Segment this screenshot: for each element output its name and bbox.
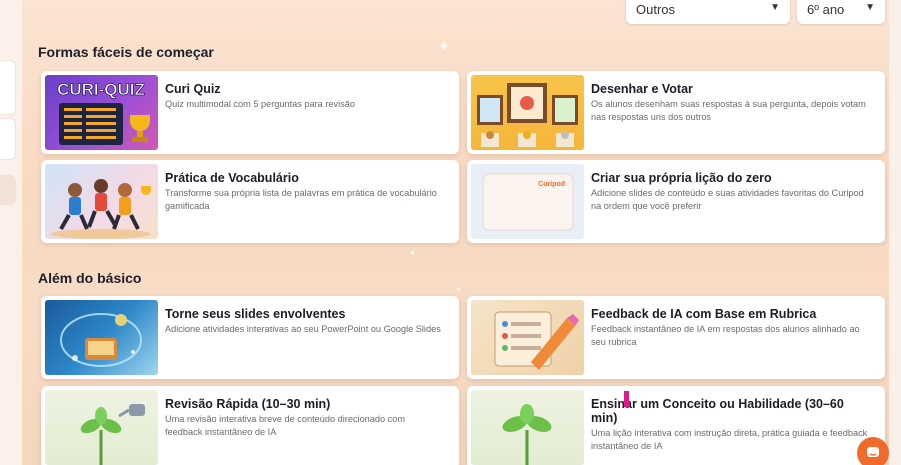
card-title: Torne seus slides envolventes [165,307,346,321]
section-title: Formas fáceis de começar [38,44,214,60]
card-description: Quiz multimodal com 5 perguntas para rev… [165,99,355,109]
chat-button[interactable] [857,437,889,465]
teach-concept-thumbnail [471,390,584,465]
left-sidebar-edge [0,0,22,465]
card-title: Criar sua própria lição do zero [591,171,772,185]
text-cursor-marker [624,391,629,407]
card-description: Os alunos desenham suas respostas à sua … [591,99,866,122]
vocabulary-thumbnail [45,164,158,239]
card-title: Ensinar um Conceito ou Habilidade (30–60… [591,397,844,425]
draw-and-vote-thumbnail [471,75,584,150]
thumb-brand-text: Curipod [538,181,565,188]
sidebar-tab[interactable] [0,175,16,205]
right-edge [889,0,901,465]
rubric-feedback-thumbnail [471,300,584,375]
sidebar-tab[interactable] [0,118,16,160]
grade-select[interactable]: 6º ano ▼ [797,0,885,24]
activity-card-engaging-slides[interactable]: Torne seus slides envolventes Adicione a… [41,296,459,379]
activity-card-create-from-scratch[interactable]: Curipod Criar sua própria lição do zero … [467,160,885,243]
chevron-down-icon: ▼ [770,2,780,13]
engaging-slides-thumbnail [45,300,158,375]
create-from-scratch-thumbnail: Curipod [471,164,584,239]
section-title: Além do básico [38,270,142,286]
card-title: Revisão Rápida (10–30 min) [165,397,331,411]
card-title: Feedback de IA com Base em Rubrica [591,307,817,321]
card-description: Feedback instantâneo de IA em respostas … [591,324,860,347]
subject-select[interactable]: Outros ▼ [626,0,790,24]
card-description: Adicione atividades interativas ao seu P… [165,324,441,334]
card-title: Curi Quiz [165,82,221,96]
card-title: Desenhar e Votar [591,82,693,96]
curi-quiz-thumbnail: CURI-QUIZ [45,75,158,150]
subject-select-value: Outros [636,2,676,17]
activity-card-quick-review[interactable]: Revisão Rápida (10–30 min) Uma revisão i… [41,386,459,465]
sparkle-icon: ✦ [455,285,462,294]
grade-select-value: 6º ano [807,2,845,17]
activity-card-teach-concept[interactable]: Ensinar um Conceito ou Habilidade (30–60… [467,386,885,465]
activity-card-vocabulary[interactable]: Prática de Vocabulário Transforme sua pr… [41,160,459,243]
card-description: Transforme sua própria lista de palavras… [165,188,437,211]
sparkle-icon: ● [410,248,415,257]
card-description: Uma lição interativa com instrução diret… [591,428,868,451]
card-description: Adicione slides de conteúdo e suas ativi… [591,188,864,211]
card-description: Uma revisão interativa breve de conteúdo… [165,414,406,437]
activity-card-draw-and-vote[interactable]: Desenhar e Votar Os alunos desenham suas… [467,71,885,154]
sparkle-icon: ✦ [438,38,450,54]
chevron-down-icon: ▼ [865,2,875,13]
sidebar-tab[interactable] [0,60,16,115]
activity-card-rubric-feedback[interactable]: Feedback de IA com Base em Rubrica Feedb… [467,296,885,379]
card-title: Prática de Vocabulário [165,171,299,185]
activity-card-curi-quiz[interactable]: CURI-QUIZ Curi Quiz Quiz multimodal com … [41,71,459,154]
chat-icon [867,447,879,457]
thumb-logo-text: CURI-QUIZ [57,80,145,99]
quick-review-thumbnail [45,390,158,465]
